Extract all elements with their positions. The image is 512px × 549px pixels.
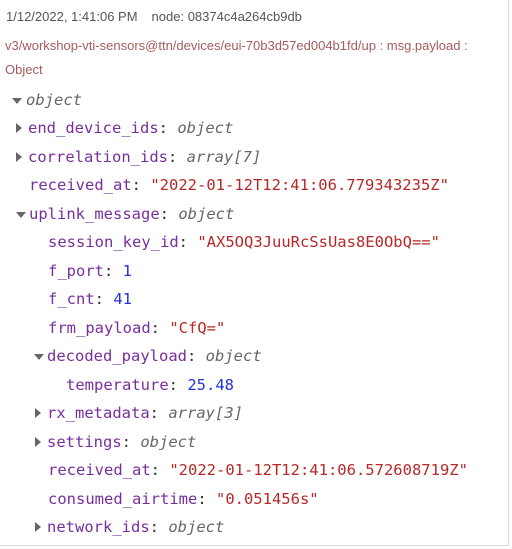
key-separator: :	[168, 376, 188, 394]
key-separator: :	[150, 461, 170, 479]
key-separator: :	[150, 319, 170, 337]
root-type: object	[26, 91, 82, 109]
key-separator: :	[121, 433, 141, 451]
key-separator: :	[131, 176, 151, 194]
type-uplink-message: object	[178, 205, 235, 223]
message-node-id[interactable]: node: 08374c4a264cb9db	[152, 9, 302, 24]
key-decoded-payload: decoded_payload	[47, 347, 187, 365]
value-temperature: 25.48	[187, 376, 234, 394]
key-separator: :	[149, 518, 169, 536]
tree-row-end-device-ids[interactable]: end_device_ids: object	[16, 114, 233, 142]
key-separator: :	[149, 404, 169, 422]
message-timestamp: 1/12/2022, 1:41:06 PM	[6, 9, 138, 24]
tree-row-consumed-airtime[interactable]: consumed_airtime: "0.051456s"	[48, 485, 319, 513]
debug-message-panel: 1/12/2022, 1:41:06 PM node: 08374c4a264cb…	[0, 0, 509, 546]
expand-arrow-icon[interactable]	[16, 152, 22, 162]
key-correlation-ids: correlation_ids	[28, 148, 168, 166]
key-separator: :	[197, 490, 216, 508]
type-decoded-payload: object	[205, 347, 262, 365]
key-received-at: received_at	[29, 176, 132, 194]
key-separator: :	[159, 205, 179, 223]
expand-arrow-icon[interactable]	[35, 522, 41, 532]
tree-row-frm-payload[interactable]: frm_payload: "CfQ="	[48, 314, 225, 342]
collapse-arrow-icon[interactable]	[34, 354, 44, 360]
tree-row-root[interactable]: object	[12, 86, 82, 114]
value-received-at: "2022-01-12T12:41:06.779343235Z"	[150, 176, 449, 194]
type-settings: object	[140, 433, 197, 451]
collapse-arrow-icon[interactable]	[16, 212, 26, 218]
tree-row-session-key-id[interactable]: session_key_id: "AX5OQ3JuuRcSsUas8E0ObQ=…	[48, 228, 440, 256]
tree-row-received-at[interactable]: received_at: "2022-01-12T12:41:06.779343…	[29, 171, 449, 199]
tree-row-settings[interactable]: settings: object	[35, 428, 196, 456]
value-frm-payload: "CfQ="	[169, 319, 226, 337]
key-separator: :	[178, 233, 198, 251]
key-session-key-id: session_key_id	[48, 233, 179, 251]
value-f-cnt: 41	[113, 290, 133, 308]
key-separator: :	[186, 347, 206, 365]
key-f-port: f_port	[48, 262, 104, 280]
message-meta: 1/12/2022, 1:41:06 PM node: 08374c4a264cb…	[6, 9, 302, 24]
tree-row-decoded-payload[interactable]: decoded_payload: object	[34, 342, 262, 370]
expand-arrow-icon[interactable]	[16, 123, 22, 133]
tree-row-temperature[interactable]: temperature: 25.48	[66, 371, 234, 399]
key-f-cnt: f_cnt	[48, 290, 95, 308]
key-temperature: temperature	[66, 376, 169, 394]
value-uplink-received-at: "2022-01-12T12:41:06.572608719Z"	[169, 461, 468, 479]
tree-row-f-cnt[interactable]: f_cnt: 41	[48, 285, 132, 313]
message-topic[interactable]: v3/workshop-vti-sensors@ttn/devices/eui-…	[5, 34, 503, 82]
expand-arrow-icon[interactable]	[35, 408, 41, 418]
tree-row-uplink-received-at[interactable]: received_at: "2022-01-12T12:41:06.572608…	[48, 456, 468, 484]
value-f-port: 1	[122, 262, 133, 280]
type-correlation-ids: array[7]	[186, 148, 262, 166]
value-consumed-airtime: "0.051456s"	[215, 490, 319, 508]
key-frm-payload: frm_payload	[48, 319, 151, 337]
key-separator: :	[104, 262, 123, 280]
tree-row-rx-metadata[interactable]: rx_metadata: array[3]	[35, 399, 243, 427]
value-session-key-id: "AX5OQ3JuuRcSsUas8E0ObQ=="	[197, 233, 440, 251]
tree-row-network-ids[interactable]: network_ids: object	[35, 513, 224, 541]
key-network-ids: network_ids	[47, 518, 150, 536]
tree-row-f-port[interactable]: f_port: 1	[48, 257, 132, 285]
tree-row-correlation-ids[interactable]: correlation_ids: array[7]	[16, 143, 261, 171]
key-end-device-ids: end_device_ids	[28, 119, 159, 137]
expand-arrow-icon[interactable]	[35, 437, 41, 447]
key-settings: settings	[47, 433, 122, 451]
key-consumed-airtime: consumed_airtime	[48, 490, 198, 508]
key-uplink-message: uplink_message	[29, 205, 160, 223]
key-separator: :	[158, 119, 178, 137]
collapse-arrow-icon[interactable]	[12, 98, 22, 104]
key-rx-metadata: rx_metadata	[47, 404, 150, 422]
key-separator: :	[167, 148, 187, 166]
tree-row-uplink-message[interactable]: uplink_message: object	[16, 200, 234, 228]
type-network-ids: object	[168, 518, 225, 536]
type-end-device-ids: object	[177, 119, 234, 137]
key-uplink-received-at: received_at	[48, 461, 151, 479]
type-rx-metadata: array[3]	[168, 404, 243, 422]
key-separator: :	[94, 290, 114, 308]
